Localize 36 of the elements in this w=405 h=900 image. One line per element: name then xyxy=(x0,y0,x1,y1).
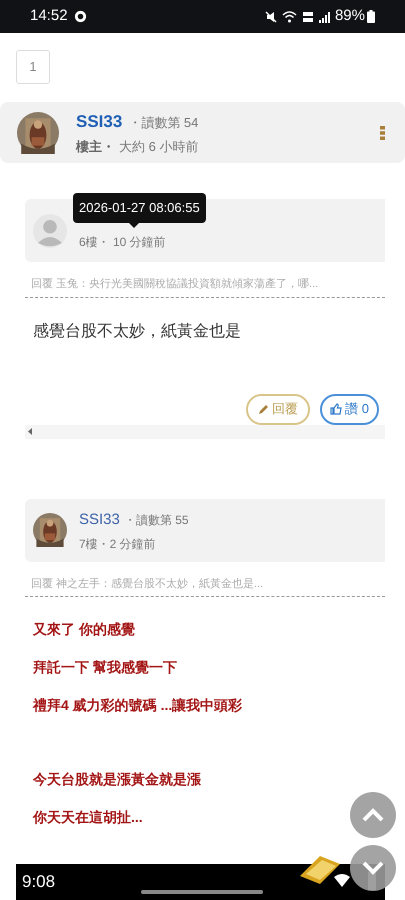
clock-time: 9:08 xyxy=(22,871,56,894)
role-label: 樓主・ xyxy=(76,138,115,156)
floor-time: 6樓・ 10 分鐘前 xyxy=(79,234,166,251)
read-count: ・讀數第 55 xyxy=(124,512,189,530)
battery-percent: 89% xyxy=(334,6,365,26)
timestamp-tooltip: 2026-01-27 08:06:55 xyxy=(73,193,206,223)
author-name[interactable]: SSI33 xyxy=(76,108,122,134)
scroll-left-icon[interactable] xyxy=(28,428,32,435)
app-notification-icon xyxy=(74,10,87,23)
read-count: ・讀數第 54 xyxy=(128,114,198,132)
more-icon[interactable] xyxy=(380,126,385,140)
post-text: 感覺台股不太妙，紙黃金也是 xyxy=(33,322,241,342)
page-button[interactable]: 1 xyxy=(16,50,50,84)
quote-text: 回覆 神之左手：感覺台股不太妙，紙黃金也是... xyxy=(30,576,264,592)
pencil-icon xyxy=(258,404,270,414)
wifi-icon xyxy=(334,872,350,888)
post-text: 又來了 你的感覺 xyxy=(33,620,135,639)
mute-icon xyxy=(264,10,277,22)
post-time: 大約 6 小時前 xyxy=(119,138,198,156)
author-name[interactable]: SSI33 xyxy=(79,509,120,532)
quote-text: 回覆 玉兔：央行光美國關稅協議投資額就傾家蕩產了，哪... xyxy=(30,276,320,292)
post-text: 你天天在這胡扯... xyxy=(33,808,143,827)
avatar-icon xyxy=(33,214,67,248)
status-time: 14:52 xyxy=(30,6,68,26)
chevron-up-icon xyxy=(362,808,384,822)
signal-icon xyxy=(318,10,331,22)
post-text: 禮拜4 威力彩的號碼 ...讓我中頭彩 xyxy=(33,696,242,715)
thumbs-up-icon xyxy=(330,403,342,415)
battery-icon xyxy=(367,10,375,23)
scroll-down-button[interactable] xyxy=(350,845,396,891)
floor-time: 7樓・2 分鐘前 xyxy=(79,536,157,553)
chevron-down-icon xyxy=(362,861,384,875)
tooltip-pointer xyxy=(129,223,139,228)
post-text: 今天台股就是漲黃金就是漲 xyxy=(33,770,201,789)
wifi-icon xyxy=(282,10,297,22)
post-text: 拜託一下 幫我感覺一下 xyxy=(33,658,177,677)
